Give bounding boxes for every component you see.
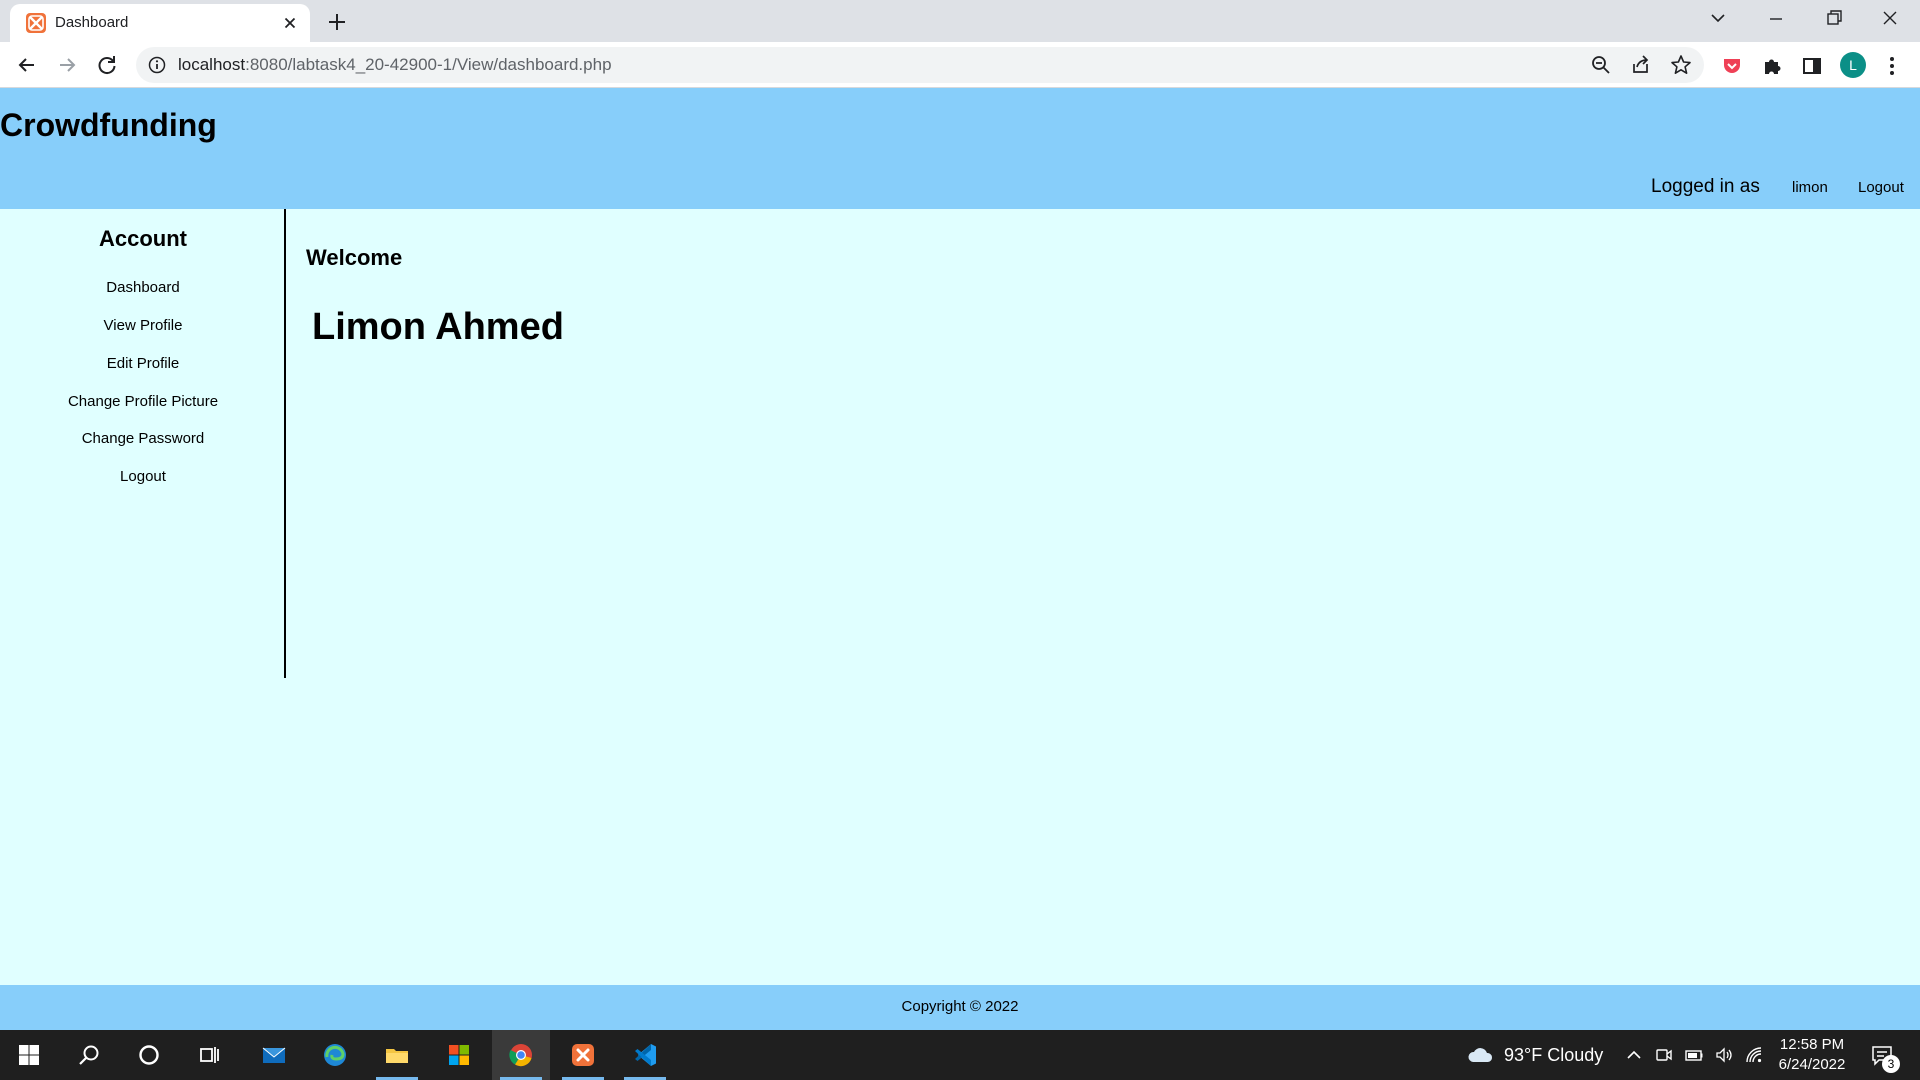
sidebar-item-change-password[interactable]: Change Password bbox=[0, 430, 286, 448]
account-sidebar: Account Dashboard View Profile Edit Prof… bbox=[0, 209, 286, 678]
side-panel-icon[interactable] bbox=[1800, 54, 1824, 78]
microsoft-store-icon[interactable] bbox=[430, 1030, 488, 1080]
wifi-icon[interactable] bbox=[1744, 1045, 1764, 1065]
weather-text[interactable]: 93°F Cloudy bbox=[1504, 1044, 1603, 1066]
meet-now-icon[interactable] bbox=[1654, 1045, 1674, 1065]
address-bar[interactable]: localhost:8080/labtask4_20-42900-1/View/… bbox=[136, 47, 1704, 83]
page-content: Crowdfunding Logged in as limon Logout A… bbox=[0, 88, 1920, 1030]
site-header: Crowdfunding Logged in as limon Logout bbox=[0, 88, 1920, 209]
sidebar-item-edit-profile[interactable]: Edit Profile bbox=[0, 355, 286, 373]
show-hidden-icons-chevron-icon[interactable] bbox=[1624, 1045, 1644, 1065]
clock-date: 6/24/2022 bbox=[1778, 1056, 1846, 1073]
site-footer: Copyright © 2022 bbox=[0, 985, 1920, 1030]
cortana-icon[interactable] bbox=[120, 1030, 178, 1080]
weather-cloud-icon[interactable] bbox=[1466, 1045, 1494, 1065]
notification-count-badge: 3 bbox=[1882, 1055, 1900, 1073]
new-tab-plus-icon[interactable] bbox=[324, 9, 350, 35]
sidebar-item-logout[interactable]: Logout bbox=[0, 468, 286, 486]
username-link[interactable]: limon bbox=[1792, 179, 1828, 197]
welcome-heading: Welcome bbox=[306, 245, 403, 270]
task-view-icon[interactable] bbox=[180, 1030, 238, 1080]
extensions-puzzle-icon[interactable] bbox=[1760, 54, 1784, 78]
chrome-taskbar-icon[interactable] bbox=[492, 1030, 550, 1080]
copyright-text: Copyright © 2022 bbox=[901, 998, 1019, 1015]
edge-icon[interactable] bbox=[306, 1030, 364, 1080]
volume-icon[interactable] bbox=[1714, 1045, 1734, 1065]
browser-tab-strip: Dashboard bbox=[0, 0, 1920, 42]
back-arrow-icon[interactable] bbox=[13, 51, 41, 79]
clock-time: 12:58 PM bbox=[1779, 1036, 1845, 1053]
sidebar-item-view-profile[interactable]: View Profile bbox=[0, 317, 286, 335]
xampp-favicon-icon bbox=[26, 13, 46, 33]
vscode-taskbar-icon[interactable] bbox=[616, 1030, 674, 1080]
tab-title: Dashboard bbox=[55, 14, 129, 31]
url-text: localhost:8080/labtask4_20-42900-1/View/… bbox=[178, 55, 612, 75]
file-explorer-icon[interactable] bbox=[368, 1030, 426, 1080]
windows-taskbar: 93°F Cloudy 12:58 PM 6/24/2022 3 bbox=[0, 1030, 1920, 1080]
battery-icon[interactable] bbox=[1684, 1045, 1704, 1065]
tab-search-chevron-icon[interactable] bbox=[1690, 0, 1746, 40]
logged-in-label: Logged in as bbox=[1651, 176, 1760, 197]
search-icon[interactable] bbox=[60, 1030, 118, 1080]
sidebar-item-change-profile-picture[interactable]: Change Profile Picture bbox=[0, 393, 286, 411]
url-host: localhost bbox=[178, 55, 246, 74]
bookmark-star-icon[interactable] bbox=[1670, 54, 1692, 76]
site-title: Crowdfunding bbox=[0, 107, 217, 143]
restore-icon[interactable] bbox=[1805, 0, 1861, 40]
share-icon[interactable] bbox=[1630, 54, 1652, 76]
tab-close-icon[interactable] bbox=[280, 13, 300, 33]
chrome-menu-icon[interactable] bbox=[1880, 54, 1904, 78]
zoom-icon[interactable] bbox=[1590, 54, 1612, 76]
profile-avatar[interactable]: L bbox=[1840, 52, 1866, 78]
taskbar-clock[interactable]: 12:58 PM 6/24/2022 bbox=[1770, 1035, 1854, 1075]
browser-toolbar: localhost:8080/labtask4_20-42900-1/View/… bbox=[0, 42, 1920, 88]
close-window-icon[interactable] bbox=[1862, 0, 1918, 40]
tab-dashboard[interactable]: Dashboard bbox=[10, 4, 310, 42]
pocket-extension-icon[interactable] bbox=[1720, 54, 1744, 78]
windows-start-icon[interactable] bbox=[0, 1030, 58, 1080]
url-path: :8080/labtask4_20-42900-1/View/dashboard… bbox=[245, 55, 612, 74]
minimize-icon[interactable] bbox=[1748, 0, 1804, 40]
forward-arrow-icon[interactable] bbox=[53, 51, 81, 79]
site-info-icon[interactable] bbox=[148, 56, 166, 74]
header-logout-link[interactable]: Logout bbox=[1858, 179, 1904, 197]
sidebar-item-dashboard[interactable]: Dashboard bbox=[0, 279, 286, 297]
reload-icon[interactable] bbox=[93, 51, 121, 79]
xampp-taskbar-icon[interactable] bbox=[554, 1030, 612, 1080]
mail-icon[interactable] bbox=[245, 1030, 303, 1080]
sidebar-heading: Account bbox=[99, 226, 187, 251]
user-full-name: Limon Ahmed bbox=[312, 306, 564, 348]
